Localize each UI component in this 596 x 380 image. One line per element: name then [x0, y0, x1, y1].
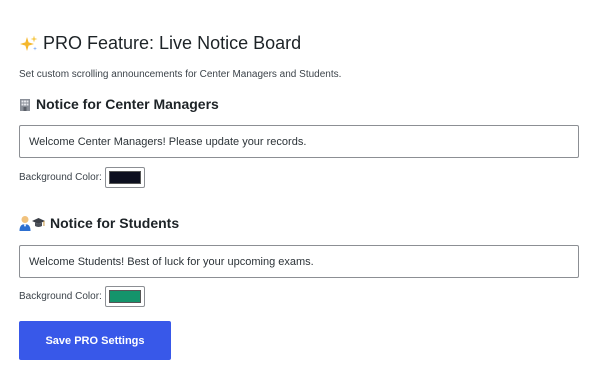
students-bg-color-label: Background Color:	[19, 291, 102, 302]
managers-heading-text: Notice for Center Managers	[36, 96, 219, 112]
office-building-icon	[19, 98, 31, 111]
students-section-heading: Notice for Students	[19, 215, 179, 231]
students-bg-color-row: Background Color:	[19, 286, 145, 307]
students-notice-input[interactable]	[19, 245, 579, 278]
page-description: Set custom scrolling announcements for C…	[19, 69, 342, 80]
page-title-text: PRO Feature: Live Notice Board	[43, 33, 302, 53]
page-title: PRO Feature: Live Notice Board	[19, 33, 301, 54]
student-icon	[19, 215, 45, 231]
managers-bg-color-row: Background Color:	[19, 167, 145, 188]
managers-bg-color-picker[interactable]	[104, 167, 145, 188]
students-heading-text: Notice for Students	[50, 215, 180, 231]
managers-bg-color-label: Background Color:	[19, 172, 102, 183]
managers-section-heading: Notice for Center Managers	[19, 96, 219, 112]
students-bg-color-swatch	[108, 290, 141, 303]
save-pro-settings-button[interactable]: Save PRO Settings	[19, 321, 171, 360]
students-bg-color-picker[interactable]	[104, 286, 145, 307]
managers-notice-input[interactable]	[19, 125, 579, 158]
sparkles-icon	[19, 34, 39, 54]
managers-bg-color-swatch	[108, 171, 141, 184]
